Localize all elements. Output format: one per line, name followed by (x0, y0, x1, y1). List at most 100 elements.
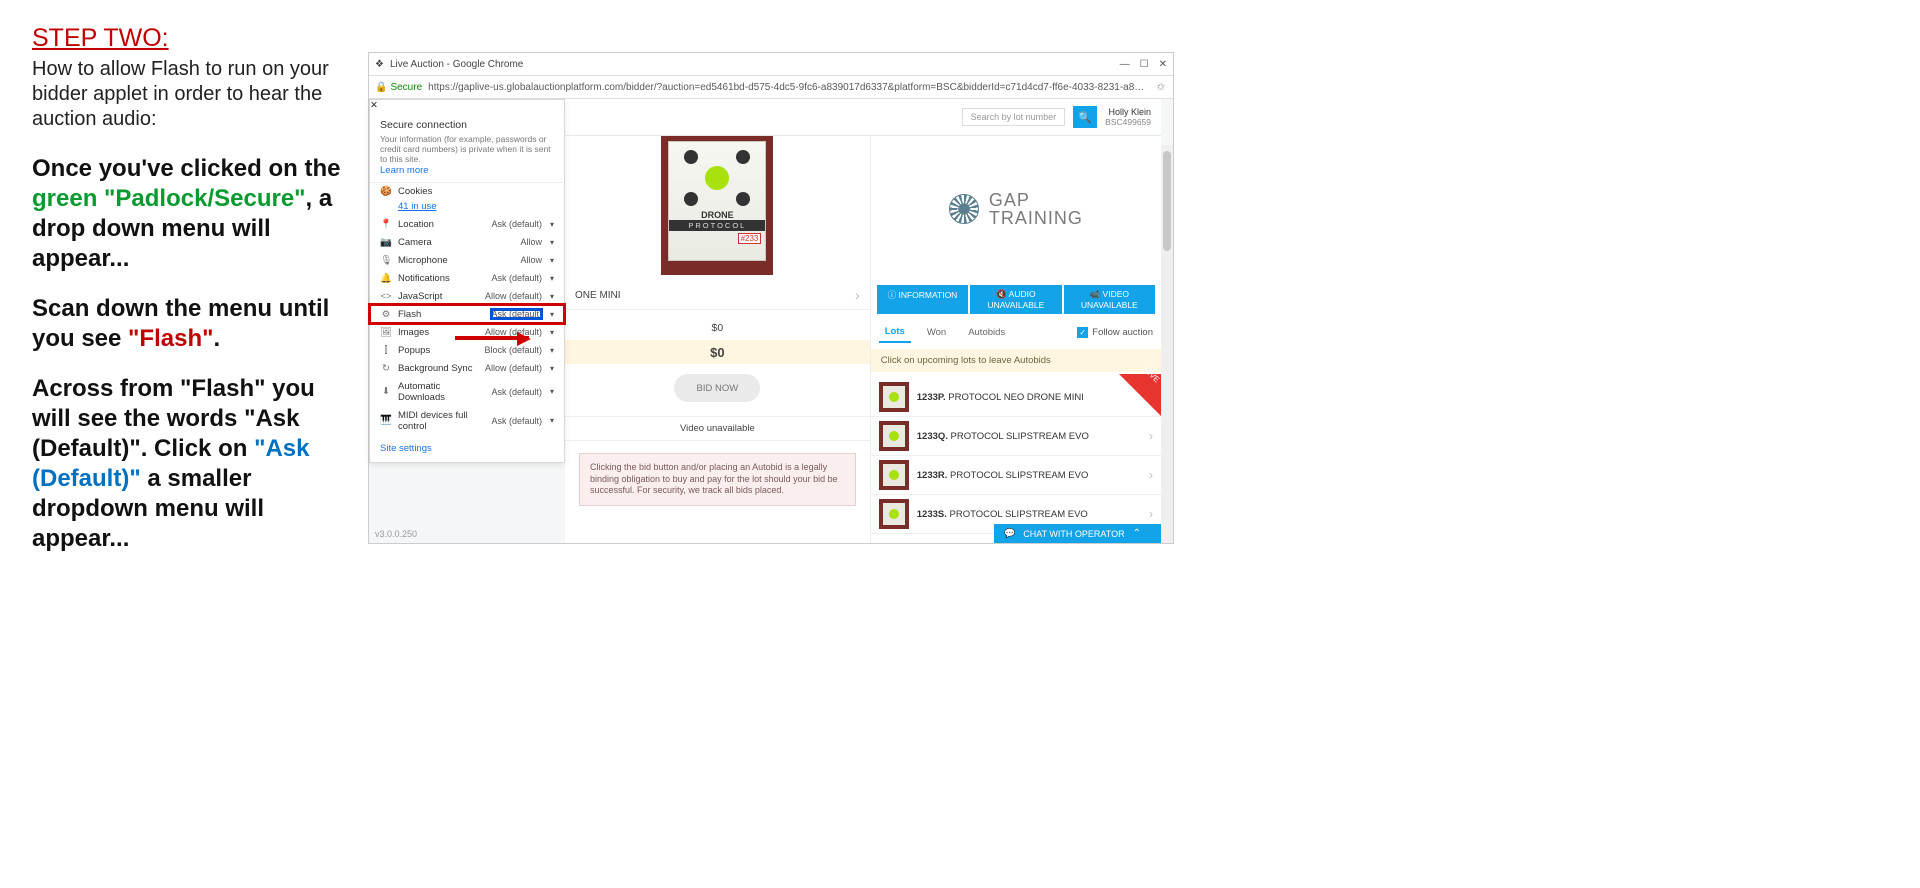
connection-title: Secure connection (380, 119, 554, 131)
app-icon: ❖ (375, 59, 384, 70)
permission-icon: 📍 (380, 219, 392, 230)
cookie-icon: 🍪 (380, 186, 392, 197)
lot-tabs: Lots Won Autobids ✓ Follow auction (879, 322, 1153, 343)
instruction-para-1: Once you've clicked on the green "Padloc… (32, 154, 344, 274)
step-subtitle: How to allow Flash to run on your bidder… (32, 57, 344, 132)
site-settings-link[interactable]: Site settings (370, 435, 564, 462)
window-minimize-button[interactable]: — (1120, 59, 1130, 70)
user-info[interactable]: Holly Klein BSC499659 (1105, 107, 1151, 127)
video-unavailable-button[interactable]: 📹 VIDEO UNAVAILABLE (1064, 285, 1155, 314)
autobid-hint: Click on upcoming lots to leave Autobids (871, 349, 1161, 372)
permission-label: Background Sync (398, 363, 479, 374)
chat-with-operator-button[interactable]: 💬 CHAT WITH OPERATOR ⌃ (994, 524, 1161, 543)
lot-thumbnail (879, 460, 909, 490)
page-header: Search by lot number 🔍 Holly Klein BSC49… (565, 99, 1161, 136)
window-close-button[interactable]: ✕ (1159, 59, 1167, 70)
address-bar[interactable]: 🔒 Secure https://gaplive-us.globalauctio… (369, 75, 1173, 99)
permission-icon: 🔔 (380, 273, 392, 284)
lot-thumbnail (879, 499, 909, 529)
permission-label: JavaScript (398, 291, 479, 302)
permission-value-dropdown[interactable]: Allow (520, 255, 542, 265)
text: Once you've clicked on the (32, 155, 340, 182)
permission-value-dropdown[interactable]: Ask (default) (491, 416, 542, 426)
permission-row-location[interactable]: 📍 Location Ask (default) ▾ (370, 215, 564, 233)
chevron-down-icon: ▾ (550, 220, 554, 229)
chat-label: CHAT WITH OPERATOR (1023, 529, 1124, 539)
permission-value-dropdown[interactable]: Ask (default) (491, 273, 542, 283)
bookmark-icon[interactable]: ✩ (1157, 82, 1173, 93)
cookies-count-link[interactable]: 41 in use (398, 201, 437, 212)
close-icon[interactable]: ✕ (370, 100, 378, 111)
permission-label: Notifications (398, 273, 485, 284)
permission-label: Microphone (398, 255, 514, 266)
permission-value-dropdown[interactable]: Ask (default) (491, 219, 542, 229)
search-input[interactable]: Search by lot number (962, 108, 1066, 126)
permission-value-dropdown[interactable]: Allow (default) (485, 291, 542, 301)
permission-row-midi-devices-full-control[interactable]: 🎹MIDI devices full controlAsk (default)▾ (370, 406, 564, 435)
gap-logo-icon (949, 194, 979, 224)
follow-auction-toggle[interactable]: ✓ Follow auction (1077, 327, 1153, 338)
amount-current: $0 (565, 340, 870, 364)
permission-icon: ⫿ (380, 345, 392, 356)
permission-icon: 🎙 (380, 255, 392, 266)
permission-row-javascript[interactable]: <>JavaScriptAllow (default)▾ (370, 287, 564, 305)
permission-icon: ⬇ (380, 386, 392, 397)
chevron-right-icon: › (1149, 429, 1153, 443)
permission-icon: ↻ (380, 363, 392, 374)
url-text: https://gaplive-us.globalauctionplatform… (428, 82, 1156, 93)
secure-badge[interactable]: 🔒 Secure (369, 82, 428, 93)
permission-label: Location (398, 219, 485, 230)
scrollbar[interactable] (1161, 145, 1173, 543)
permission-value-dropdown[interactable]: Allow (default) (485, 363, 542, 373)
permission-row-popups[interactable]: ⫿PopupsBlock (default)▾ (370, 341, 564, 359)
lot-title-text: ONE MINI (575, 290, 621, 301)
permission-row-automatic-downloads[interactable]: ⬇Automatic DownloadsAsk (default)▾ (370, 377, 564, 406)
instruction-para-2: Scan down the menu until you see "Flash"… (32, 294, 344, 354)
chevron-down-icon: ▾ (550, 292, 554, 301)
permission-value-dropdown[interactable]: Allow (520, 237, 542, 247)
cookies-label: Cookies (398, 186, 554, 197)
lot-label: 1233S. PROTOCOL SLIPSTREAM EVO (917, 509, 1088, 520)
permission-row-camera[interactable]: 📷CameraAllow▾ (370, 233, 564, 251)
lock-icon: 🔒 (375, 82, 387, 93)
permission-label: Flash (398, 309, 485, 320)
permission-row-flash[interactable]: ⚙FlashAsk (default)▾ (370, 305, 564, 323)
tab-lots[interactable]: Lots (879, 322, 911, 343)
info-button[interactable]: ⓘ INFORMATION (877, 285, 968, 314)
instruction-para-3: Across from "Flash" you will see the wor… (32, 374, 344, 554)
amount-small: $0 (565, 316, 870, 340)
permission-label: Camera (398, 237, 514, 248)
bid-now-button[interactable]: BID NOW (674, 374, 760, 402)
permission-value-dropdown[interactable]: Block (default) (484, 345, 542, 355)
checkbox-icon: ✓ (1077, 327, 1088, 338)
tab-won[interactable]: Won (921, 323, 952, 342)
permission-row-notifications[interactable]: 🔔 Notifications Ask (default) ▾ (370, 269, 564, 287)
lot-row[interactable]: 1233P. PROTOCOL NEO DRONE MINI›LIVE (871, 378, 1161, 417)
permission-label: Popups (398, 345, 478, 356)
lot-thumbnail (879, 421, 909, 451)
scrollbar-thumb[interactable] (1163, 151, 1171, 251)
cookies-row[interactable]: 🍪 Cookies (370, 183, 564, 201)
search-button[interactable]: 🔍 (1073, 106, 1097, 128)
chevron-down-icon: ▾ (550, 274, 554, 283)
permission-value-dropdown[interactable]: Ask (default) (491, 387, 542, 397)
audio-unavailable-button[interactable]: 🔇 AUDIO UNAVAILABLE (970, 285, 1061, 314)
permission-row-background-sync[interactable]: ↻Background SyncAllow (default)▾ (370, 359, 564, 377)
lot-row[interactable]: 1233Q. PROTOCOL SLIPSTREAM EVO› (871, 417, 1161, 456)
tab-autobids[interactable]: Autobids (962, 323, 1011, 342)
chevron-right-icon: › (1149, 468, 1153, 482)
lot-image: DRONE PROTOCOL #233 (661, 135, 773, 275)
lot-title-row[interactable]: ONE MINI › (565, 281, 870, 310)
window-maximize-button[interactable]: ☐ (1140, 59, 1149, 70)
learn-more-link[interactable]: Learn more (380, 165, 429, 176)
permission-value-dropdown[interactable]: Ask (default) (491, 309, 542, 319)
permission-icon: 🖼 (380, 327, 392, 338)
live-ribbon: LIVE (1119, 374, 1165, 420)
permission-row-microphone[interactable]: 🎙 Microphone Allow ▾ (370, 251, 564, 269)
lot-row[interactable]: 1233R. PROTOCOL SLIPSTREAM EVO› (871, 456, 1161, 495)
chevron-down-icon: ▾ (550, 256, 554, 265)
chevron-right-icon: › (855, 287, 860, 303)
video-unavailable-label: Video unavailable (565, 416, 870, 441)
chevron-down-icon: ▾ (550, 238, 554, 247)
package-tag: #233 (738, 233, 762, 244)
